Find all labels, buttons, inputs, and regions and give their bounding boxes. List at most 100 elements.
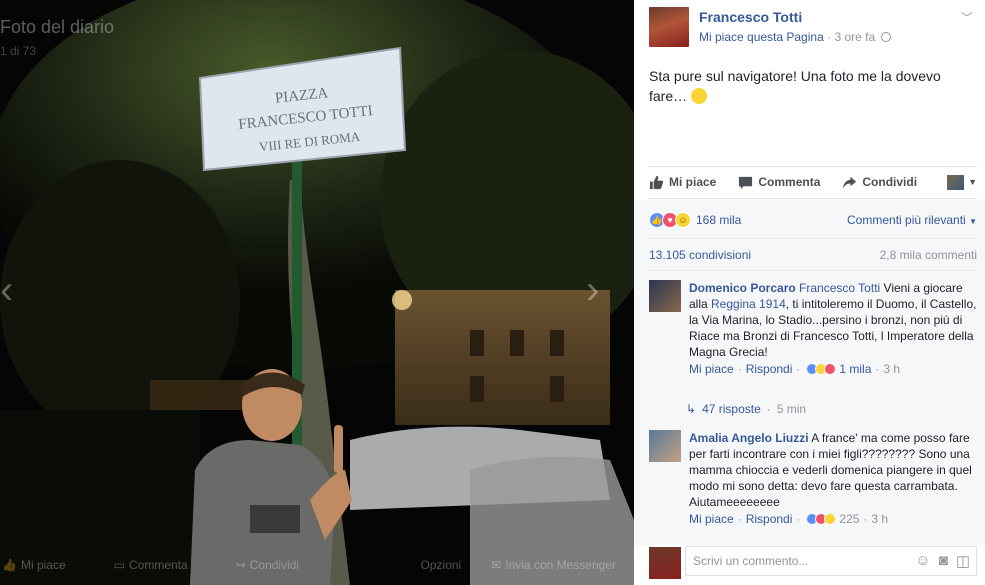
comment-reactions-count[interactable]: 225 (839, 511, 859, 527)
like-button[interactable]: Mi piace (649, 175, 716, 190)
reply-arrow-icon: ↳ (686, 402, 697, 416)
comment-input[interactable]: Scrivi un commento... ☺ ◙ ◫ (685, 546, 977, 576)
replies-count: 47 risposte (702, 402, 761, 416)
commenter-name[interactable]: Amalia Angelo Liuzzi (689, 431, 809, 445)
separator: · (737, 512, 742, 526)
comment-link[interactable]: Reggina 1914 (711, 297, 786, 311)
thumbs-up-icon: 👍 (2, 558, 17, 572)
shares-count[interactable]: 13.105 condivisioni (649, 248, 751, 262)
comment-reactions-icons (806, 513, 837, 525)
laughing-emoji-icon (691, 88, 708, 104)
replies-age: 5 min (776, 402, 807, 416)
divider (649, 198, 977, 199)
chevron-right-icon: › (586, 268, 600, 312)
viewer-share-button[interactable]: ↪ Condividi (236, 558, 299, 572)
comment-reactions-count[interactable]: 1 mila (839, 361, 871, 377)
viewer-options-button[interactable]: Opzioni (421, 558, 462, 572)
post-header: Francesco Totti Mi piace questa Pagina ·… (634, 0, 985, 200)
comment-reply-button[interactable]: Rispondi (746, 361, 793, 377)
viewer-action-bar: 👍 Mi piace ▭ Commenta ↪ Condividi Opzion… (0, 545, 634, 585)
sticker-icon[interactable]: ◫ (956, 552, 970, 570)
separator: · (863, 512, 868, 526)
like-page-link[interactable]: Mi piace questa Pagina (699, 30, 824, 44)
sort-label: Commenti più rilevanti (847, 213, 966, 227)
viewer-comment-button[interactable]: ▭ Commenta (114, 558, 188, 572)
comment-meta: Mi piace · Rispondi · 1 mila · 3 h (689, 361, 977, 377)
replies-separator: · (766, 402, 771, 416)
comment-icon (739, 176, 753, 189)
post-time[interactable]: 3 ore fa (834, 30, 875, 44)
comment-like-button[interactable]: Mi piace (689, 511, 734, 527)
post-text: Sta pure sul navigatore! Una foto me la … (649, 66, 969, 106)
previous-photo-button[interactable]: ‹ (0, 270, 13, 310)
comment-like-button[interactable]: Mi piace (689, 361, 734, 377)
next-photo-button[interactable]: › (586, 270, 599, 310)
comment: Domenico Porcaro Francesco Totti Vieni a… (649, 280, 977, 377)
composer-avatar (649, 547, 681, 579)
viewer-comment-label: Commenta (128, 558, 188, 572)
author-name[interactable]: Francesco Totti (699, 9, 802, 25)
counts-row: 13.105 condivisioni 2,8 mila commenti (649, 248, 977, 262)
share-icon (843, 176, 857, 188)
viewer-messenger-label: Invia con Messenger (505, 558, 616, 572)
commenter-avatar[interactable] (649, 430, 681, 462)
view-replies-link[interactable]: ↳ 47 risposte · 5 min (686, 402, 806, 416)
viewer-share-label: Condividi (249, 558, 300, 572)
post-meta: Mi piace questa Pagina · 3 ore fa (699, 30, 892, 44)
divider (649, 166, 977, 167)
thumbs-up-icon (649, 175, 664, 189)
commenter-avatar[interactable] (649, 280, 681, 312)
comment-age[interactable]: 3 h (871, 511, 888, 527)
divider (649, 270, 977, 271)
share-button[interactable]: Condividi (842, 175, 917, 190)
reactions-row: 👍 ♥ ☺ 168 mila Commenti più rilevanti ▼ (649, 210, 977, 230)
haha-reaction-icon: ☺ (675, 212, 691, 228)
comment-tag[interactable]: Francesco Totti (799, 281, 880, 295)
photo: PIAZZA FRANCESCO TOTTI VIII RE DI ROMA (0, 0, 634, 585)
album-title[interactable]: Foto del diario (0, 17, 114, 38)
chevron-down-icon[interactable]: ﹀ (961, 9, 973, 26)
share-icon: ↪ (235, 558, 246, 572)
comment-sort-dropdown[interactable]: Commenti più rilevanti ▼ (847, 213, 977, 227)
comment-reactions-icons (806, 363, 837, 375)
like-label: Mi piace (669, 175, 717, 189)
comment-label: Commenta (758, 175, 821, 189)
reactions-count[interactable]: 168 mila (696, 213, 741, 227)
comment-reply-button[interactable]: Rispondi (746, 511, 793, 527)
comments-count[interactable]: 2,8 mila commenti (880, 248, 977, 262)
viewer-messenger-button[interactable]: ✉ Invia con Messenger (491, 558, 616, 572)
commenter-name[interactable]: Domenico Porcaro (689, 281, 796, 295)
viewer-header: Foto del diario 1 di 73 (0, 0, 634, 60)
separator: · (796, 362, 801, 376)
meta-separator: · (827, 30, 832, 44)
viewer-like-button[interactable]: 👍 Mi piace (2, 558, 66, 572)
camera-icon[interactable]: ◙ (939, 552, 948, 570)
chevron-left-icon: ‹ (0, 268, 14, 312)
comment-text: Domenico Porcaro Francesco Totti Vieni a… (689, 280, 977, 360)
comment-button[interactable]: Commenta (738, 175, 820, 190)
separator: · (737, 362, 742, 376)
post-actions: Mi piace Commenta Condividi ▼ (649, 170, 977, 194)
messenger-icon: ✉ (491, 558, 502, 572)
comment-input-placeholder: Scrivi un commento... (693, 554, 809, 568)
viewer-like-label: Mi piace (20, 558, 66, 572)
photo-viewer: PIAZZA FRANCESCO TOTTI VIII RE DI ROMA F… (0, 0, 634, 585)
post-as-selector[interactable]: ▼ (947, 174, 977, 190)
page-avatar (947, 174, 965, 190)
viewer-options-label: Opzioni (420, 558, 462, 572)
comment-composer: Scrivi un commento... ☺ ◙ ◫ (649, 544, 977, 579)
comment: Amalia Angelo Liuzzi A france' ma come p… (649, 430, 977, 527)
comment-text: Amalia Angelo Liuzzi A france' ma come p… (689, 430, 977, 510)
comment-meta: Mi piace · Rispondi · 225 · 3 h (689, 511, 977, 527)
emoji-icon[interactable]: ☺ (915, 552, 930, 570)
comment-age[interactable]: 3 h (883, 361, 900, 377)
separator: · (796, 512, 801, 526)
share-label: Condividi (862, 175, 918, 189)
author-avatar[interactable] (649, 7, 689, 47)
globe-icon (881, 32, 892, 42)
divider (649, 238, 977, 239)
comment-icon: ▭ (113, 558, 125, 572)
caret-down-icon: ▼ (968, 177, 977, 187)
caret-down-icon: ▼ (969, 217, 977, 226)
album-position: 1 di 73 (0, 44, 37, 58)
